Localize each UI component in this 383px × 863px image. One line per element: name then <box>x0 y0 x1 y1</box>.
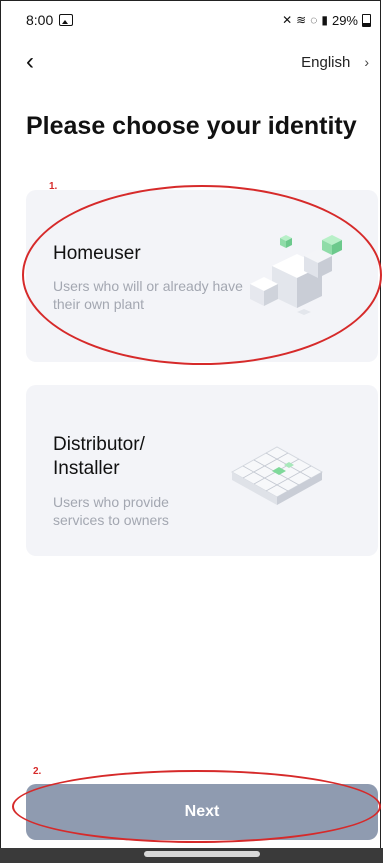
chevron-right-icon: › <box>364 54 369 70</box>
status-left: 8:00 <box>26 12 74 28</box>
home-gesture-handle[interactable] <box>144 851 260 857</box>
battery-level: 29% <box>331 12 358 28</box>
wifi-icon: ≋ <box>296 13 307 27</box>
mute-icon: ✕ <box>282 13 293 27</box>
status-bar: 8:00 ✕ ≋ ◌ ▮ 29% <box>0 0 383 40</box>
page-title: Please choose your identity <box>26 112 357 140</box>
language-selector[interactable]: English › <box>301 54 369 71</box>
language-label: English <box>301 53 351 71</box>
grid-illustration <box>230 446 324 505</box>
status-right: ✕ ≋ ◌ ▮ 29% <box>282 13 371 28</box>
gallery-icon <box>59 14 74 26</box>
homeuser-title: Homeuser <box>53 243 141 264</box>
homeuser-description: Users who will or already have their own… <box>53 278 243 312</box>
distributor-description: Users who provide services to owners <box>53 494 169 528</box>
homeuser-option-card[interactable]: Homeuser Users who will or already have … <box>26 190 378 362</box>
back-chevron-icon[interactable]: ‹ <box>26 50 34 74</box>
system-navigation-bar <box>0 848 383 863</box>
top-navigation: ‹ English › <box>0 42 383 82</box>
hotspot-icon: ◌ <box>310 13 318 27</box>
status-time: 8:00 <box>26 12 54 28</box>
distributor-title: Distributor/ Installer <box>53 434 145 479</box>
cubes-illustration <box>250 235 342 315</box>
next-button[interactable]: Next <box>26 784 378 840</box>
distributor-option-card[interactable]: Distributor/ Installer Users who provide… <box>26 385 378 556</box>
annotation-number-2: 2. <box>33 766 42 777</box>
battery-icon <box>362 13 371 27</box>
annotation-number-1: 1. <box>49 181 58 192</box>
signal-icon: ▮ <box>321 13 328 27</box>
